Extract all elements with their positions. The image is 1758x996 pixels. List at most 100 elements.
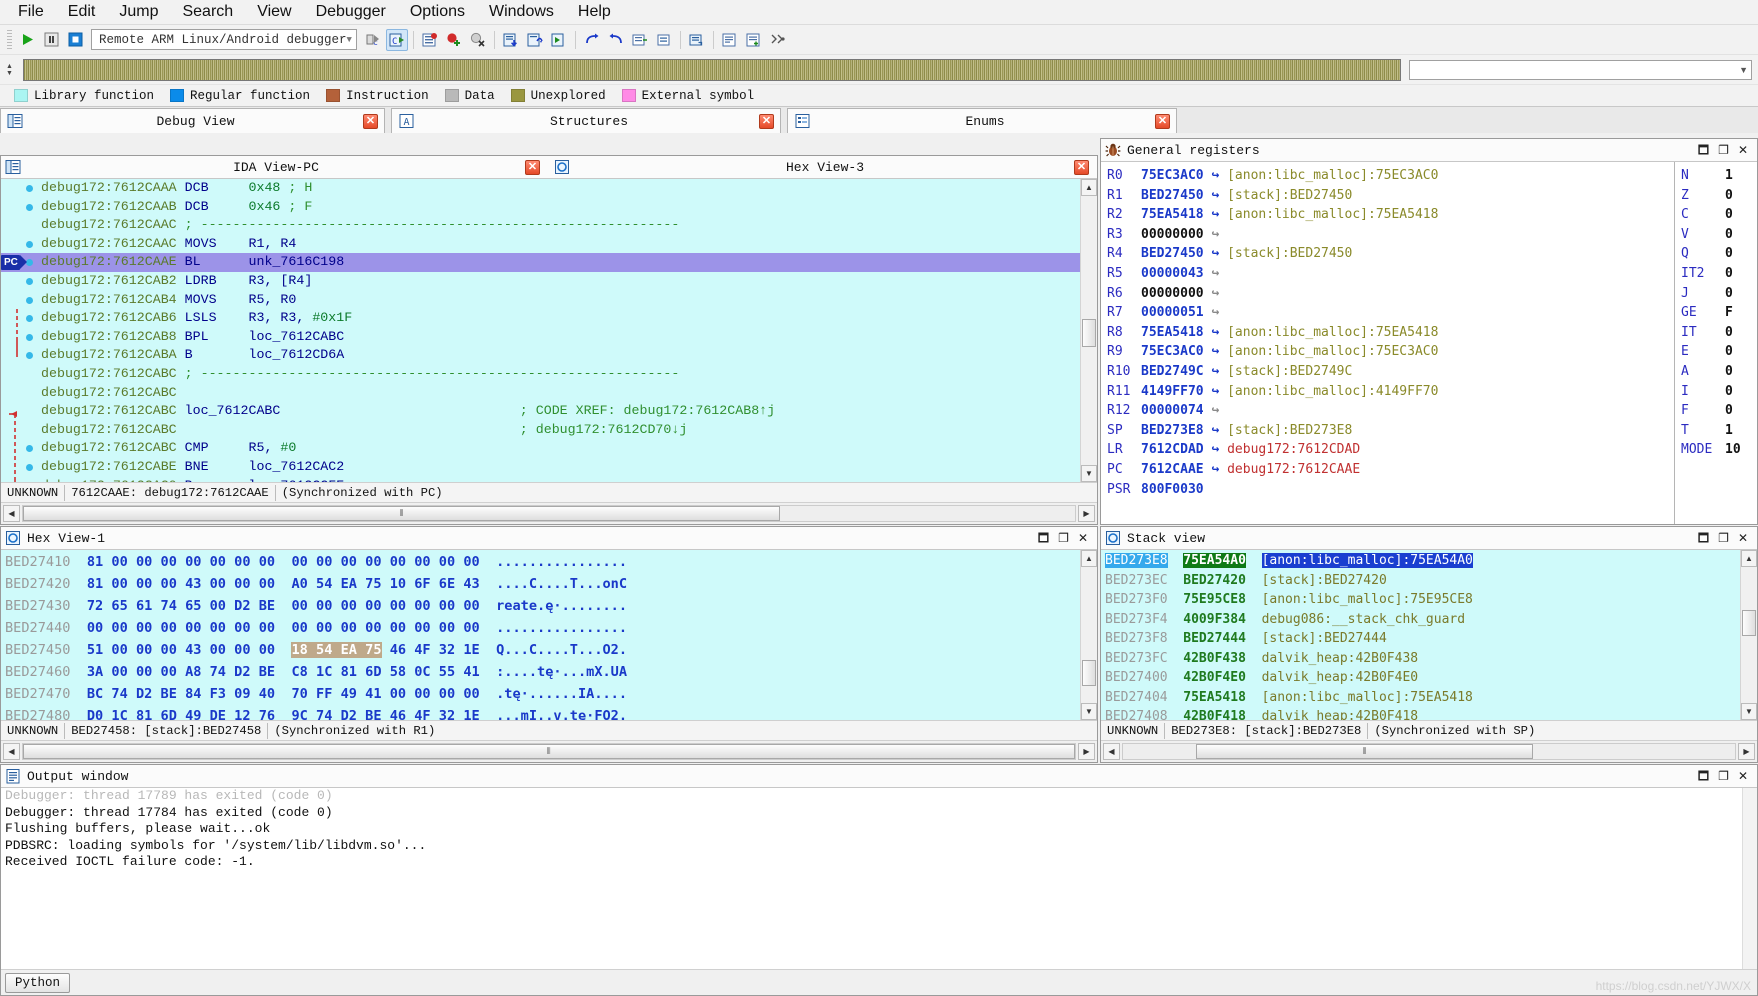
disasm-line[interactable]: debug172:7612CAB8 BPL loc_7612CABC (1, 328, 1097, 347)
scroll-left-icon[interactable]: ◀ (1103, 743, 1120, 760)
scroll-down-icon[interactable]: ▼ (1081, 703, 1097, 720)
hex-bytes-left[interactable]: 81 00 00 00 43 00 00 00 (87, 576, 275, 592)
close-icon[interactable]: ✕ (759, 113, 774, 129)
hex-row[interactable]: BED27480 D0 1C 81 6D 49 DE 12 76 9C 74 D… (1, 705, 1080, 720)
stack-target[interactable]: dalvik_heap:42B0F418 (1262, 709, 1419, 720)
hex-row[interactable]: BED27420 81 00 00 00 43 00 00 00 A0 54 E… (1, 573, 1080, 595)
hex-scroll-thumb[interactable] (1082, 660, 1096, 686)
tab-structures[interactable]: A Structures ✕ (391, 108, 781, 133)
stack-address[interactable]: BED273FC (1105, 651, 1168, 666)
disasm-line[interactable]: debug172:7612CAAC ; --------------------… (1, 216, 1097, 235)
stack-row[interactable]: BED27408 42B0F418 dalvik_heap:42B0F418 (1101, 707, 1740, 720)
register-value[interactable]: BED2749C (1141, 364, 1204, 379)
stack-vertical-scrollbar[interactable]: ▲ ▼ (1740, 550, 1757, 720)
hex-bytes-left[interactable]: 00 00 00 00 00 00 00 00 (87, 620, 275, 636)
register-target[interactable]: [anon:libc_malloc]:75EA5418 (1227, 325, 1438, 340)
flag-row[interactable]: N1 (1681, 166, 1757, 186)
stack-row[interactable]: BED273EC BED27420 [stack]:BED27420 (1101, 571, 1740, 591)
menu-item-search[interactable]: Search (170, 1, 245, 23)
register-row[interactable]: R5 00000043 ↪ (1107, 264, 1674, 284)
hex-bytes-right[interactable]: 18 54 EA 75 46 4F 32 1E (291, 642, 480, 658)
close-icon[interactable]: ✕ (1738, 532, 1748, 544)
register-value[interactable]: 7612CAAE (1141, 462, 1204, 477)
stack-value[interactable]: 42B0F438 (1183, 651, 1246, 666)
hex-bytes-right[interactable]: 00 00 00 00 00 00 00 00 (291, 620, 479, 636)
tab-enums[interactable]: Enums ✕ (787, 108, 1177, 133)
register-row[interactable]: R9 75EC3AC0 ↪ [anon:libc_malloc]:75EC3AC0 (1107, 342, 1674, 362)
stack-row[interactable]: BED27404 75EA5418 [anon:libc_malloc]:75E… (1101, 688, 1740, 708)
hex-view-3-tab-icon[interactable] (554, 159, 571, 176)
hex-bytes-right[interactable]: 00 00 00 00 00 00 00 00 (291, 598, 479, 614)
register-target[interactable]: debug172:7612CAAE (1227, 462, 1360, 477)
register-value[interactable]: BED273E8 (1141, 423, 1204, 438)
hex-ascii[interactable]: ................ (496, 620, 627, 636)
stack-value[interactable]: 42B0F418 (1183, 709, 1246, 720)
navigation-band[interactable] (22, 58, 1401, 81)
stack-value[interactable]: BED27444 (1183, 631, 1246, 646)
flag-value[interactable]: 10 (1725, 442, 1741, 457)
hex-dump-listing[interactable]: BED27410 81 00 00 00 00 00 00 00 00 00 0… (1, 550, 1080, 720)
hex-row[interactable]: BED27460 3A 00 00 00 A8 74 D2 BE C8 1C 8… (1, 661, 1080, 683)
stop-button[interactable] (64, 29, 86, 51)
disasm-line[interactable]: debug172:7612CABE BNE loc_7612CAC2 (1, 458, 1097, 477)
general-registers-body[interactable]: R0 75EC3AC0 ↪ [anon:libc_malloc]:75EC3AC0… (1101, 162, 1757, 524)
stack-listing[interactable]: BED273E8 75EA54A0 [anon:libc_malloc]:75E… (1101, 550, 1740, 720)
minimize-icon[interactable]: 🗖 (1698, 144, 1709, 156)
register-row[interactable]: R6 00000000 ↪ (1107, 284, 1674, 304)
pause-button[interactable] (40, 29, 62, 51)
register-target[interactable]: [anon:libc_malloc]:75EC3AC0 (1227, 168, 1438, 183)
continue-process-button[interactable]: C (385, 28, 408, 51)
hex-vertical-scrollbar[interactable]: ▲ ▼ (1080, 550, 1097, 720)
register-value[interactable]: 75EC3AC0 (1141, 344, 1204, 359)
stack-target[interactable]: [anon:libc_malloc]:75EA5418 (1262, 690, 1473, 705)
register-target[interactable]: [stack]:BED27450 (1227, 188, 1352, 203)
stack-value[interactable]: 42B0F4E0 (1183, 670, 1246, 685)
disasm-line[interactable]: debug172:7612CABC loc_7612CABC ; CODE XR… (1, 402, 1097, 421)
register-value[interactable]: 00000000 (1141, 227, 1204, 242)
close-icon[interactable]: ✕ (1078, 532, 1088, 544)
flag-row[interactable]: IT 0 (1681, 323, 1757, 343)
python-prompt-button[interactable]: Python (5, 972, 71, 993)
flag-row[interactable]: V0 (1681, 225, 1757, 245)
register-row[interactable]: LR 7612CDAD ↪ debug172:7612CDAD (1107, 440, 1674, 460)
disasm-horizontal-scrollbar[interactable]: ◀ ⦀ ▶ (1, 502, 1097, 524)
hex-bytes-right[interactable]: A0 54 EA 75 10 6F 6E 43 (291, 576, 479, 592)
tab-debug-view[interactable]: Debug View ✕ (0, 108, 385, 133)
flag-row[interactable]: A0 (1681, 362, 1757, 382)
flag-value[interactable]: 0 (1725, 384, 1733, 399)
stack-row[interactable]: BED27400 42B0F4E0 dalvik_heap:42B0F4E0 (1101, 668, 1740, 688)
stack-row-selected[interactable]: BED273E8 75EA54A0 [anon:libc_malloc]:75E… (1101, 551, 1740, 571)
close-icon[interactable]: ✕ (1738, 144, 1748, 156)
disasm-line[interactable]: debug172:7612CAAB DCB 0x46 ; F (1, 198, 1097, 217)
stack-value[interactable]: 75EA54A0 (1183, 553, 1246, 568)
hex-ascii[interactable]: .tę·......IA.... (496, 686, 627, 702)
step-over-button[interactable] (524, 29, 546, 51)
stack-target[interactable]: [stack]:BED27420 (1262, 573, 1387, 588)
register-row[interactable]: R12 00000074 ↪ (1107, 401, 1674, 421)
hex-row[interactable]: BED27450 51 00 00 00 43 00 00 00 18 54 E… (1, 639, 1080, 661)
flag-row[interactable]: I0 (1681, 382, 1757, 402)
disasm-line[interactable]: debug172:7612CAB6 LSLS R3, R3, #0x1F (1, 309, 1097, 328)
stack-address[interactable]: BED27404 (1105, 690, 1168, 705)
stack-address[interactable]: BED27408 (1105, 709, 1168, 720)
output-vertical-scrollbar[interactable] (1742, 788, 1757, 969)
stack-address[interactable]: BED273E8 (1105, 553, 1168, 568)
disasm-line-current[interactable]: PC debug172:7612CAAE BL unk_7616C198 (1, 253, 1097, 272)
register-target[interactable]: [stack]:BED2749C (1227, 364, 1352, 379)
stack-value[interactable]: 75E95CE8 (1183, 592, 1246, 607)
menu-item-windows[interactable]: Windows (477, 1, 566, 23)
registers-list[interactable]: R0 75EC3AC0 ↪ [anon:libc_malloc]:75EC3AC0… (1101, 162, 1674, 524)
hex-bytes-left[interactable]: BC 74 D2 BE 84 F3 09 40 (87, 686, 275, 702)
hex-selected-bytes[interactable]: 18 54 EA 75 (291, 642, 382, 658)
hex-bytes-right[interactable]: 00 00 00 00 00 00 00 00 (291, 554, 479, 570)
flag-value[interactable]: 0 (1725, 364, 1733, 379)
stack-value[interactable]: BED27420 (1183, 573, 1246, 588)
flag-value[interactable]: 0 (1725, 325, 1733, 340)
register-value[interactable]: BED27450 (1141, 246, 1204, 261)
register-row[interactable]: PC 7612CAAE ↪ debug172:7612CAAE (1107, 460, 1674, 480)
disasm-scroll-thumb[interactable] (1082, 319, 1096, 347)
hex-ascii[interactable]: ....C....T...onC (496, 576, 627, 592)
hex-hscroll-track[interactable]: ⦀ (22, 743, 1076, 760)
stack-hscroll-track[interactable]: ⦀ (1122, 743, 1736, 760)
hex-bytes-left[interactable]: 81 00 00 00 00 00 00 00 (87, 554, 275, 570)
